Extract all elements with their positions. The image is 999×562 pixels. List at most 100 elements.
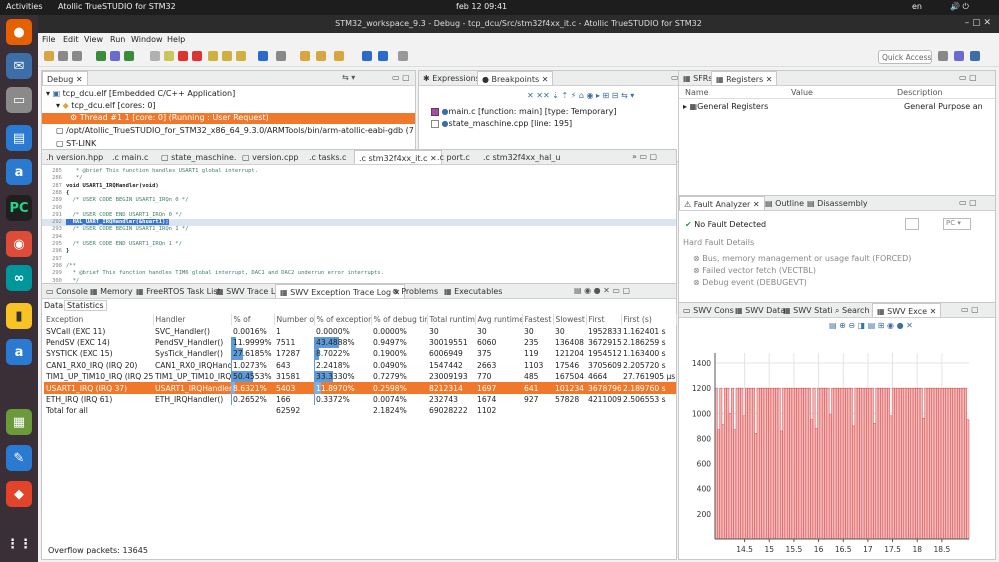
column-header[interactable]: Fastest [522, 314, 554, 326]
quick-access-input[interactable]: Quick Access [878, 50, 932, 64]
print-icon[interactable] [72, 51, 82, 61]
checkbox-unchecked[interactable] [431, 119, 439, 128]
step-over-icon[interactable] [222, 51, 232, 61]
forward-icon[interactable] [334, 51, 344, 61]
code-line[interactable]: 289 /* USER CODE BEGIN USART1_IRQn 0 */ [42, 197, 676, 204]
column-header[interactable]: Slowest [553, 314, 587, 326]
perspective-icon[interactable] [938, 51, 948, 61]
disconnect-icon[interactable] [192, 51, 202, 61]
editor-overflow-controls[interactable]: » ▭ ▢ [632, 152, 657, 161]
layout-icon[interactable] [398, 51, 408, 61]
code-line[interactable]: 299 * @brief This function handles TIM6 … [42, 270, 676, 277]
code-line[interactable]: 295 /* USER CODE END USART1_IRQn 1 */ [42, 241, 676, 248]
subtab-statistics[interactable]: Statistics [64, 300, 107, 311]
menu-view[interactable]: View [84, 35, 103, 44]
tab-registers[interactable]: ▦ Registers ✕ [711, 71, 778, 85]
column-header[interactable]: Avg runtime [475, 314, 523, 326]
tab-file[interactable]: .c tasks.c [305, 150, 350, 164]
code-line[interactable]: 290 [42, 205, 676, 212]
menu-help[interactable]: Help [167, 35, 185, 44]
code-area[interactable]: 285 * @brief This function handles USART… [42, 166, 676, 283]
swv-toolbar-icons[interactable]: ▤ ⊕ ⊖ ◨ ▤ ⊞ ◉ ● ✕ [829, 321, 913, 330]
tab-file[interactable]: .c port.c [433, 150, 474, 164]
writer-icon[interactable]: ▤ [6, 125, 32, 151]
table-row[interactable]: PendSV (EXC 14) PendSV_Handler() 11.9999% 7… [44, 336, 676, 349]
col-name[interactable]: Name [685, 88, 709, 97]
resume-icon[interactable] [164, 51, 174, 61]
tab-file[interactable]: .c main.c [108, 150, 152, 164]
column-header[interactable]: % of [231, 314, 275, 326]
col-value[interactable]: Value [791, 88, 813, 97]
debug-toolbar-icons[interactable]: ⇆ ▾ [342, 73, 355, 82]
cpp-perspective-icon[interactable] [970, 51, 980, 61]
code-line[interactable]: 286 */ [42, 175, 676, 182]
step-into-icon[interactable] [208, 51, 218, 61]
terminate-icon[interactable] [178, 51, 188, 61]
window-controls[interactable]: – ▢ ✕ [965, 18, 991, 28]
menu-edit[interactable]: Edit [63, 35, 79, 44]
tab-executables[interactable]: ▦ Executables [440, 284, 506, 298]
clock[interactable]: feb 12 09:41 [456, 2, 507, 11]
tab-file[interactable]: ▢ version.cpp [238, 150, 303, 164]
column-header[interactable]: Handler [153, 314, 232, 326]
skip-breakpoints-icon[interactable] [150, 51, 160, 61]
open-type-icon[interactable] [300, 51, 310, 61]
tab-file-active[interactable]: .c stm32f4xx_it.c ✕ [354, 150, 442, 164]
code-line[interactable]: 288 { [42, 190, 676, 197]
trace-toolbar-icons[interactable]: ▤ ◉ ● ✕ ▭ ▢ [574, 286, 630, 295]
pc-dropdown[interactable]: PC ▾ [943, 218, 971, 230]
debug-perspective-icon[interactable] [954, 51, 964, 61]
panel-min-max[interactable]: ▭ ▢ [959, 198, 977, 207]
code-line[interactable]: 287 void USART1_IRQHandler(void) [42, 183, 676, 190]
debug-thread-row[interactable]: ⚙ Thread #1 1 [core: 0] (Running : User … [42, 113, 415, 124]
files-icon[interactable]: ▭ [6, 87, 32, 113]
tab-problems[interactable]: ⊗ Problems [388, 284, 442, 298]
code-line[interactable]: 294 [42, 234, 676, 241]
info-icon[interactable] [362, 51, 372, 61]
register-group-row[interactable]: ▸ ▦General Registers [683, 102, 768, 111]
breakpoint-item[interactable]: ●main.c [function: main] [type: Temporar… [431, 107, 616, 116]
git-icon[interactable]: ◆ [6, 481, 32, 507]
arduino-icon[interactable]: ∞ [6, 265, 32, 291]
back-icon[interactable] [316, 51, 326, 61]
atollic-icon[interactable]: a [6, 159, 32, 185]
subtab-data[interactable]: Data [44, 301, 63, 310]
code-line[interactable]: 285 * @brief This function handles USART… [42, 168, 676, 175]
table-row-selected[interactable]: USART1_IRQ (IRQ 37) USART1_IRQHandler(8.6… [44, 382, 676, 394]
firefox-icon[interactable]: ● [6, 19, 32, 45]
system-tray-icons[interactable]: 🔊 ⏻ [950, 2, 969, 12]
table-row[interactable]: SVCall (EXC 11) SVC_Handler() 0.0016% 1 0.00… [44, 325, 676, 336]
tab-breakpoints[interactable]: ● Breakpoints ✕ [477, 71, 554, 85]
column-header[interactable]: Number of [274, 314, 315, 326]
pycharm-icon[interactable]: PC [6, 195, 32, 221]
tab-swv-exception-trace-log[interactable]: ▦ SWV Exception Trace Log ✕ [275, 284, 406, 298]
code-line[interactable]: 291 /* USER CODE END USART1_IRQn 0 */ [42, 212, 676, 219]
tab-console[interactable]: ▭ Console [42, 284, 92, 298]
menu-run[interactable]: Run [110, 35, 125, 44]
tab-search[interactable]: ⌕ Search [831, 303, 874, 317]
tab-expressions[interactable]: ✱ Expressions [419, 71, 484, 85]
run-icon[interactable] [124, 51, 134, 61]
table-row[interactable]: CAN1_RX0_IRQ (IRQ 20) CAN1_RX0_IRQHandl 1.… [44, 359, 676, 371]
code-line[interactable]: 297 [42, 256, 676, 263]
breakpoint-toolbar-icons[interactable]: ✕ ✕✕ ⇣ ⇡ ⚡ ⌂ ◉ ▸ ⊞ ⊟ ⇆ ▾ [527, 91, 634, 100]
table-row[interactable]: Total for all 62592 2.1824% 69028222 1102 [44, 405, 676, 416]
save-icon[interactable] [58, 51, 68, 61]
step-return-icon[interactable] [236, 51, 246, 61]
column-header[interactable]: Exception [44, 314, 154, 326]
column-header[interactable]: Total runtim [427, 314, 476, 326]
menu-window[interactable]: Window [131, 35, 163, 44]
code-line[interactable]: 298 /** [42, 263, 676, 270]
debug-tree-row[interactable]: ▢ ST-LINK [56, 139, 96, 148]
panel-min-max[interactable]: ▭ ▢ [961, 305, 979, 314]
terminal-icon[interactable] [276, 51, 286, 61]
tab-fault-analyzer[interactable]: ⚠ Fault Analyzer ✕ [679, 196, 765, 210]
debug-tree-row[interactable]: ▾ ▣ tcp_dcu.elf [Embedded C/C++ Applicat… [46, 89, 235, 98]
debug-tree-row[interactable]: ▢ /opt/Atollic_TrueSTUDIO_for_STM32_x86_… [56, 126, 414, 135]
tab-swv-stati[interactable]: ▦ SWV Stati [779, 303, 837, 317]
column-header[interactable]: % of debug tim [371, 314, 428, 326]
column-header[interactable]: First [586, 314, 622, 326]
tab-file[interactable]: .c stm32f4xx_hal_u [479, 150, 564, 164]
code-line[interactable]: 296} [42, 248, 676, 255]
tab-swv-exce[interactable]: ▦ SWV Exce ✕ [872, 303, 942, 317]
